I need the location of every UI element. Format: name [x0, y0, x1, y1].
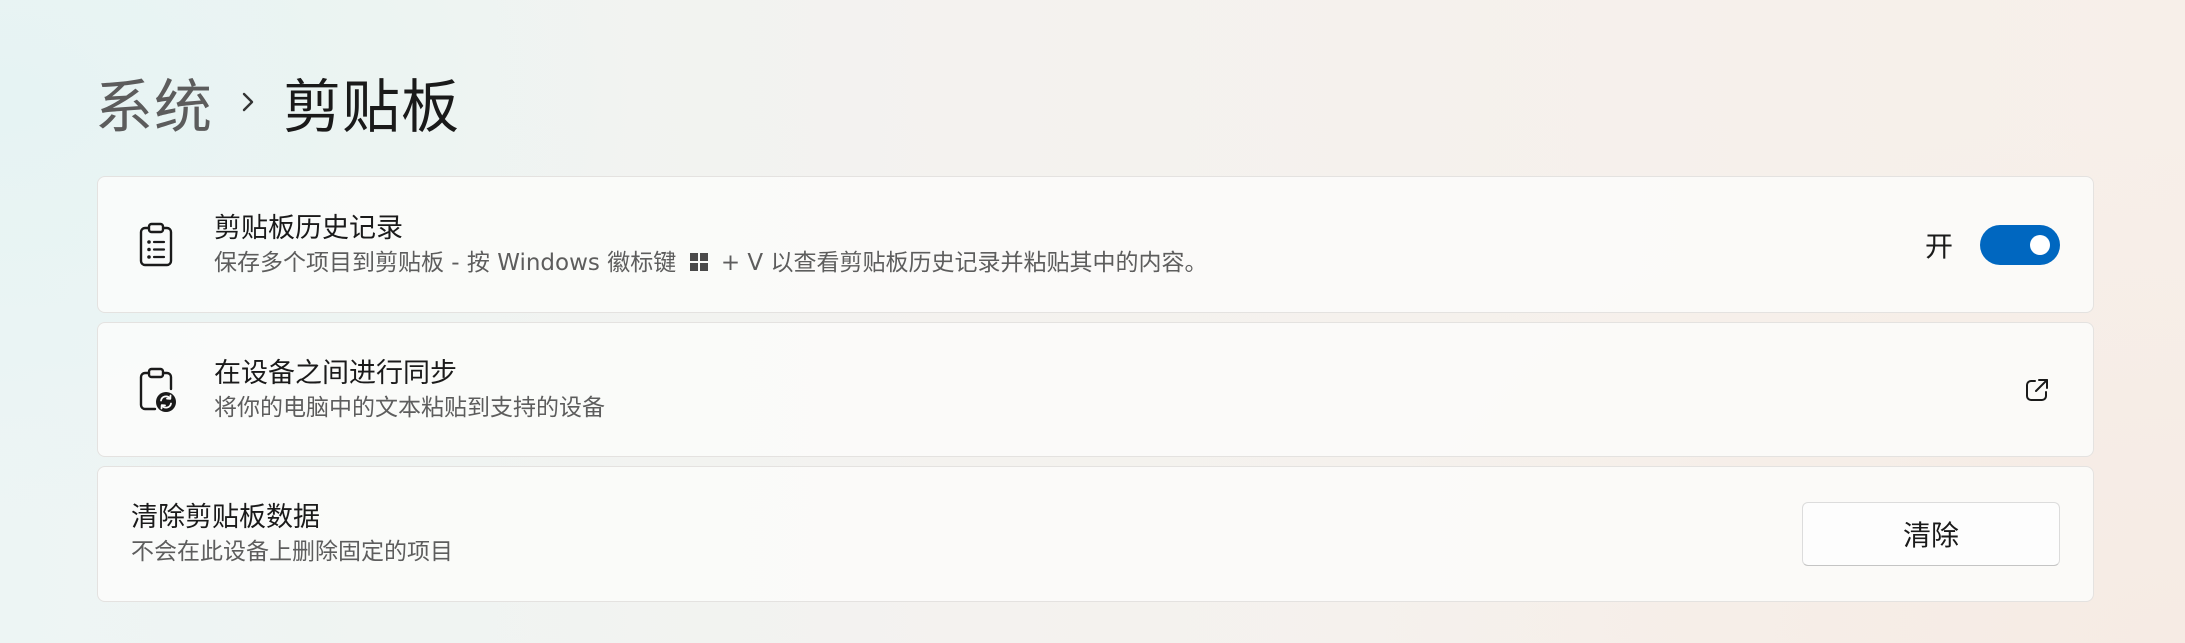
sync-devices-card[interactable]: 在设备之间进行同步 将你的电脑中的文本粘贴到支持的设备 [97, 322, 2094, 457]
clipboard-history-title: 剪贴板历史记录 [214, 212, 403, 244]
open-external-icon[interactable] [2023, 376, 2051, 404]
page-title: 剪贴板 [283, 73, 461, 141]
clear-data-title: 清除剪贴板数据 [131, 502, 320, 533]
clipboard-history-toggle-group: 开 [1924, 224, 2060, 265]
clear-data-description: 不会在此设备上删除固定的项目 [131, 539, 453, 565]
chevron-right-icon [213, 89, 283, 115]
windows-logo-icon [689, 252, 708, 271]
sync-devices-title: 在设备之间进行同步 [214, 357, 457, 389]
clipboard-sync-icon [135, 367, 177, 413]
clear-data-card: 清除剪贴板数据 不会在此设备上删除固定的项目 清除 [97, 466, 2094, 602]
sync-devices-description: 将你的电脑中的文本粘贴到支持的设备 [214, 394, 605, 421]
breadcrumb: 系统 剪贴板 [95, 62, 460, 142]
clipboard-history-card: 剪贴板历史记录 保存多个项目到剪贴板 - 按 Windows 徽标键 + V 以… [97, 176, 2094, 313]
clear-button[interactable]: 清除 [1802, 502, 2060, 566]
clipboard-history-toggle[interactable] [1980, 224, 2060, 265]
description-part-2: + V 以查看剪贴板历史记录并粘贴其中的内容。 [720, 249, 1208, 276]
breadcrumb-parent-link[interactable]: 系统 [95, 60, 213, 144]
toggle-knob [2030, 234, 2050, 255]
toggle-state-label: 开 [1924, 229, 1953, 263]
description-part-1: 保存多个项目到剪贴板 - 按 Windows 徽标键 [214, 249, 677, 276]
clipboard-history-description: 保存多个项目到剪贴板 - 按 Windows 徽标键 + V 以查看剪贴板历史记… [214, 247, 1207, 279]
clipboard-list-icon [135, 222, 177, 268]
